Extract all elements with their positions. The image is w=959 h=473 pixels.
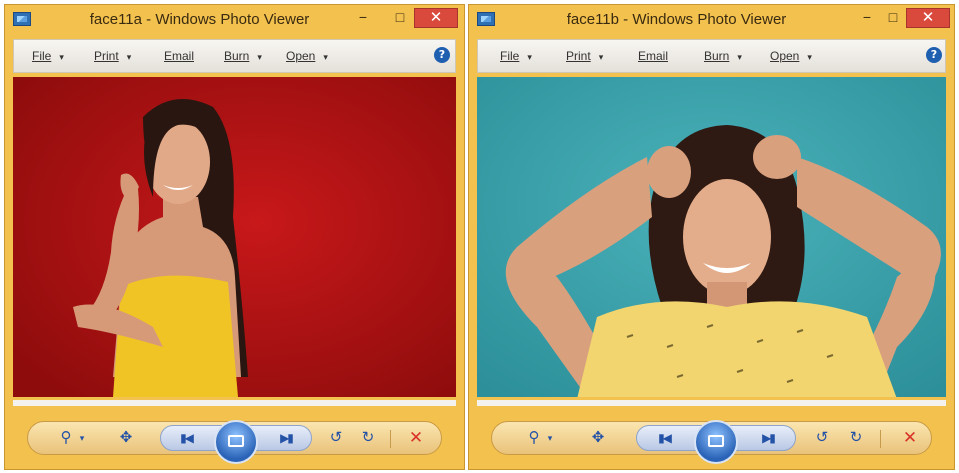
chevron-down-icon: ▾ — [737, 52, 742, 62]
window-title: face11a - Windows Photo Viewer — [89, 11, 310, 28]
title-bar[interactable]: face11a - Windows Photo Viewer − □ ✕ — [5, 5, 464, 35]
photo-woman-red-background — [13, 77, 456, 397]
next-icon[interactable]: ▶▮ — [275, 430, 297, 446]
delete-icon[interactable]: ✕ — [406, 429, 426, 447]
maximize-button[interactable]: □ — [388, 8, 412, 28]
photo-display — [477, 77, 946, 397]
menu-print[interactable]: Print ▾ — [94, 49, 131, 63]
photo-viewer-window-face11b: face11b - Windows Photo Viewer − □ ✕ Fil… — [468, 4, 955, 470]
rotate-clockwise-icon[interactable]: ↻ — [358, 429, 378, 447]
toolbar-separator — [880, 430, 881, 448]
previous-icon[interactable]: ▮◀ — [653, 430, 675, 446]
menu-file[interactable]: File ▾ — [32, 49, 64, 63]
toolbar-separator — [390, 430, 391, 448]
maximize-button[interactable]: □ — [881, 8, 905, 28]
photo-viewer-app-icon[interactable] — [13, 12, 31, 26]
menu-print[interactable]: Print ▾ — [566, 49, 603, 63]
photo-woman-teal-background — [477, 77, 946, 397]
actual-size-icon[interactable]: ✥ — [588, 429, 608, 447]
chevron-down-icon: ▾ — [126, 52, 132, 62]
help-icon[interactable]: ? — [926, 47, 942, 63]
chevron-down-icon: ▾ — [807, 52, 812, 62]
minimize-button[interactable]: − — [854, 8, 880, 28]
actual-size-icon[interactable]: ✥ — [116, 429, 136, 447]
chevron-down-icon[interactable]: ▾ — [72, 429, 92, 447]
chevron-down-icon[interactable]: ▾ — [540, 429, 560, 447]
navigation-cluster: ▮◀ ▶▮ — [160, 420, 312, 464]
navigation-toolbar: ⚲ ▾ ✥ ▮◀ ▶▮ ↺ ↻ ✕ — [491, 420, 932, 464]
close-button[interactable]: ✕ — [414, 8, 458, 28]
minimize-button[interactable]: − — [350, 8, 376, 28]
menu-burn[interactable]: Burn ▾ — [224, 49, 262, 63]
menu-burn[interactable]: Burn ▾ — [704, 49, 742, 63]
previous-icon[interactable]: ▮◀ — [175, 430, 197, 446]
chevron-down-icon: ▾ — [598, 52, 604, 62]
navigation-cluster: ▮◀ ▶▮ — [636, 420, 796, 464]
close-button[interactable]: ✕ — [906, 8, 950, 28]
menu-bar: File ▾ Print ▾ Email Burn ▾ Open ▾ ? — [477, 39, 946, 73]
menu-bar: File ▾ Print ▾ Email Burn ▾ Open ▾ ? — [13, 39, 456, 73]
menu-open[interactable]: Open ▾ — [770, 49, 812, 63]
rotate-clockwise-icon[interactable]: ↻ — [846, 429, 866, 447]
menu-email[interactable]: Email — [164, 49, 194, 63]
photo-viewer-window-face11a: face11a - Windows Photo Viewer − □ ✕ Fil… — [4, 4, 465, 470]
menu-open[interactable]: Open ▾ — [286, 49, 328, 63]
photo-viewer-app-icon[interactable] — [477, 12, 495, 26]
title-bar[interactable]: face11b - Windows Photo Viewer − □ ✕ — [469, 5, 954, 35]
rotate-counterclockwise-icon[interactable]: ↺ — [812, 429, 832, 447]
chevron-down-icon: ▾ — [59, 52, 64, 62]
next-icon[interactable]: ▶▮ — [757, 430, 779, 446]
navigation-toolbar: ⚲ ▾ ✥ ▮◀ ▶▮ ↺ ↻ ✕ — [27, 420, 442, 464]
chevron-down-icon: ▾ — [257, 52, 262, 62]
menu-file[interactable]: File ▾ — [500, 49, 532, 63]
photo-bottom-border — [13, 400, 456, 406]
delete-icon[interactable]: ✕ — [900, 429, 920, 447]
slideshow-icon[interactable] — [214, 420, 258, 464]
chevron-down-icon: ▾ — [527, 52, 532, 62]
rotate-counterclockwise-icon[interactable]: ↺ — [326, 429, 346, 447]
chevron-down-icon: ▾ — [323, 52, 328, 62]
window-title: face11b - Windows Photo Viewer — [566, 11, 787, 28]
help-icon[interactable]: ? — [434, 47, 450, 63]
photo-bottom-border — [477, 400, 946, 406]
slideshow-icon[interactable] — [694, 420, 738, 464]
photo-display — [13, 77, 456, 397]
menu-email[interactable]: Email — [638, 49, 668, 63]
